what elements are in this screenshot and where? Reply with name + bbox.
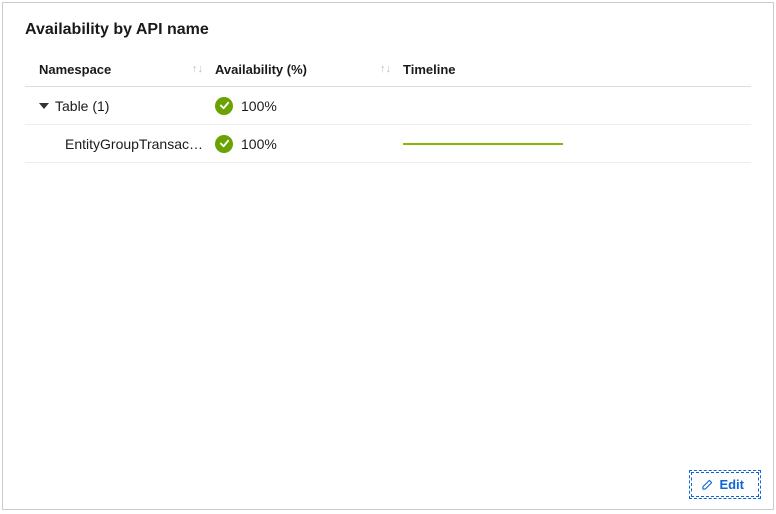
table-row[interactable]: EntityGroupTransacti... 100%: [25, 125, 751, 163]
column-label: Availability (%): [215, 62, 307, 77]
sort-icon: ↑↓: [192, 64, 203, 75]
panel-title: Availability by API name: [3, 21, 773, 53]
availability-panel: Availability by API name Namespace ↑↓ Av…: [2, 2, 774, 510]
table-row[interactable]: Table (1) 100%: [25, 87, 751, 125]
check-circle-icon: [215, 97, 233, 115]
edit-button-label: Edit: [719, 477, 744, 492]
cell-availability: 100%: [215, 135, 403, 153]
edit-button[interactable]: Edit: [691, 472, 759, 497]
column-header-timeline[interactable]: Timeline: [403, 62, 751, 77]
cell-timeline: [403, 143, 751, 145]
check-circle-icon: [215, 135, 233, 153]
timeline-sparkline: [403, 143, 563, 145]
cell-availability: 100%: [215, 97, 403, 115]
sort-icon: ↑↓: [380, 64, 391, 75]
chevron-down-icon[interactable]: [39, 103, 49, 109]
pencil-icon: [702, 479, 713, 490]
cell-namespace: EntityGroupTransacti...: [25, 136, 215, 152]
namespace-label: EntityGroupTransacti...: [65, 136, 205, 152]
column-label: Namespace: [39, 62, 111, 77]
api-availability-table: Namespace ↑↓ Availability (%) ↑↓ Timelin…: [3, 53, 773, 163]
cell-namespace: Table (1): [25, 98, 215, 114]
table-header-row: Namespace ↑↓ Availability (%) ↑↓ Timelin…: [25, 53, 751, 87]
column-header-availability[interactable]: Availability (%) ↑↓: [215, 62, 403, 77]
column-header-namespace[interactable]: Namespace ↑↓: [25, 62, 215, 77]
column-label: Timeline: [403, 62, 456, 77]
availability-value: 100%: [241, 98, 277, 114]
availability-value: 100%: [241, 136, 277, 152]
namespace-label: Table (1): [55, 98, 109, 114]
